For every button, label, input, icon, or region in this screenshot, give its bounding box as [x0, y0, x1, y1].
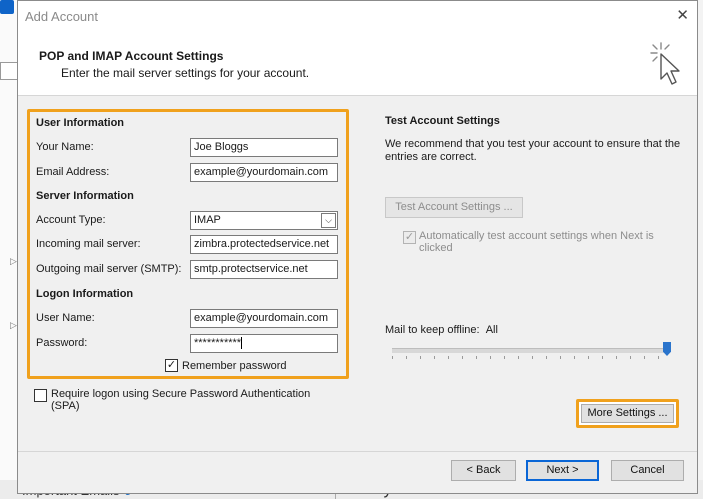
more-settings-highlight: More Settings ... [576, 399, 679, 428]
add-account-dialog: Add Account ✕ POP and IMAP Account Setti… [17, 0, 698, 494]
header-subtitle: Enter the mail server settings for your … [61, 66, 310, 80]
outgoing-server-label: Outgoing mail server (SMTP): [36, 263, 182, 275]
email-label: Email Address: [36, 166, 110, 178]
account-type-value: IMAP [194, 214, 221, 226]
test-account-settings-button[interactable]: Test Account Settings ... [385, 197, 523, 218]
chevron-down-icon[interactable]: ⌵ [321, 213, 336, 228]
next-button[interactable]: Next > [526, 460, 599, 481]
account-type-select[interactable]: IMAP ⌵ [190, 211, 338, 230]
offline-slider-thumb[interactable] [663, 342, 671, 356]
incoming-server-label: Incoming mail server: [36, 238, 141, 250]
logon-info-heading: Logon Information [36, 288, 134, 300]
spa-checkbox[interactable] [34, 389, 47, 402]
text-caret [241, 337, 243, 350]
dialog-title: Add Account [25, 9, 98, 24]
more-settings-button[interactable]: More Settings ... [581, 404, 674, 423]
offline-value: All [485, 324, 498, 336]
expand-arrow-icon: ▷ [10, 320, 17, 330]
title-bar: Add Account ✕ [18, 1, 697, 33]
offline-slider-ticks [392, 356, 670, 359]
close-icon[interactable]: ✕ [676, 8, 689, 23]
dialog-body: User Information Your Name: Joe Bloggs E… [18, 96, 697, 493]
expand-arrow-icon: ▷ [10, 256, 17, 266]
offline-label-text: Mail to keep offline: [385, 324, 480, 336]
dialog-header: POP and IMAP Account Settings Enter the … [18, 33, 697, 96]
password-label: Password: [36, 337, 88, 349]
account-settings-panel: User Information Your Name: Joe Bloggs E… [27, 109, 349, 379]
incoming-server-field[interactable]: zimbra.protectedservice.net [190, 235, 338, 254]
cancel-button[interactable]: Cancel [611, 460, 684, 481]
remember-password-checkbox[interactable]: ✓ [165, 359, 178, 372]
email-field[interactable]: example@yourdomain.com [190, 163, 338, 182]
password-field[interactable]: *********** [190, 334, 338, 353]
auto-test-label: Automatically test account settings when… [419, 230, 654, 254]
auto-test-checkbox[interactable]: ✓ [403, 231, 416, 244]
user-name-label: User Name: [36, 312, 95, 324]
outgoing-server-field[interactable]: smtp.protectservice.net [190, 260, 338, 279]
remember-password-label: Remember password [182, 360, 287, 372]
password-value: *********** [194, 337, 242, 349]
test-settings-description: We recommend that you test your account … [385, 138, 681, 163]
back-button[interactable]: < Back [451, 460, 516, 481]
spa-label: Require logon using Secure Password Auth… [51, 388, 311, 412]
footer-separator [18, 451, 697, 452]
test-settings-heading: Test Account Settings [385, 115, 500, 127]
outlook-app-icon [0, 0, 14, 14]
user-info-heading: User Information [36, 117, 125, 129]
offline-slider-track[interactable] [392, 348, 670, 353]
account-type-label: Account Type: [36, 214, 106, 226]
offline-label: Mail to keep offline: All [385, 324, 498, 336]
server-info-heading: Server Information [36, 190, 134, 202]
header-title: POP and IMAP Account Settings [39, 49, 224, 63]
user-name-field[interactable]: example@yourdomain.com [190, 309, 338, 328]
your-name-label: Your Name: [36, 141, 94, 153]
cursor-click-icon [650, 42, 680, 85]
your-name-field[interactable]: Joe Bloggs [190, 138, 338, 157]
background-ribbon-box [0, 62, 18, 80]
